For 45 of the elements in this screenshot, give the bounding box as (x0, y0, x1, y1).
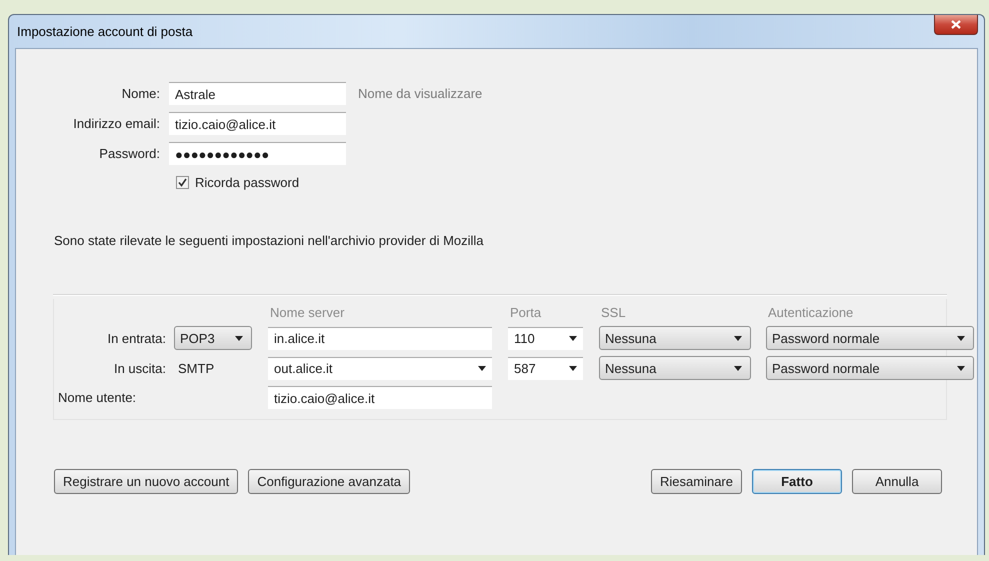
window-title: Impostazione account di posta (17, 24, 193, 39)
port-combo-field[interactable]: 110 (508, 326, 583, 350)
dropdown-arrow-icon (734, 366, 742, 370)
dialog-button[interactable]: Annulla (852, 469, 942, 494)
authentication-dropdown[interactable]: Password normale (766, 356, 974, 380)
row-label: In uscita: (114, 360, 166, 376)
dropdown-arrow-icon (235, 336, 243, 340)
column-header: SSL (600, 305, 627, 320)
detected-settings-text: Sono state rilevate le seguenti impostazioni nell'archivio provider di Mozilla (54, 233, 485, 248)
column-header: Autenticazione (767, 305, 854, 320)
port-combo-field[interactable]: 587 (508, 356, 583, 380)
row-label: Nome utente: (57, 390, 136, 405)
protocol-text: SMTP (177, 360, 216, 376)
field-hint: Nome da visualizzare (357, 86, 482, 101)
authentication-dropdown[interactable]: Password normale (766, 326, 974, 350)
dialog-button[interactable]: Configurazione avanzata (248, 469, 410, 494)
protocol-dropdown[interactable]: POP3 (174, 326, 252, 350)
close-icon (951, 20, 961, 29)
default-button[interactable]: Fatto (752, 469, 842, 494)
checkbox[interactable] (176, 176, 189, 189)
ssl-dropdown[interactable]: Nessuna (599, 326, 751, 350)
server-combo-field[interactable]: out.alice.it (268, 356, 492, 380)
dialog-button[interactable]: Registrare un nuovo account (54, 469, 238, 494)
input-field[interactable]: Astrale (169, 82, 346, 105)
dropdown-arrow-icon (569, 336, 577, 341)
checkbox-label: Ricorda password (195, 175, 300, 190)
dropdown-arrow-icon (734, 336, 742, 340)
server-field[interactable]: in.alice.it (268, 326, 492, 350)
username-field[interactable]: tizio.caio@alice.it (268, 386, 492, 409)
row-label: In entrata: (107, 330, 166, 346)
dropdown-arrow-icon (569, 366, 577, 371)
checkmark-icon (178, 178, 187, 187)
dialog-button[interactable]: Riesaminare (651, 469, 742, 494)
dropdown-arrow-icon (957, 366, 965, 370)
dropdown-arrow-icon (957, 336, 965, 340)
dropdown-arrow-icon (478, 366, 486, 371)
ssl-dropdown[interactable]: Nessuna (599, 356, 751, 380)
field-label: Password: (99, 146, 160, 161)
field-label: Indirizzo email: (73, 116, 160, 131)
input-field[interactable]: tizio.caio@alice.it (169, 112, 346, 135)
input-field[interactable]: ●●●●●●●●●●●● (169, 142, 346, 165)
column-header: Porta (509, 305, 542, 320)
close-button[interactable] (934, 15, 978, 35)
field-label: Nome: (122, 86, 160, 101)
column-header: Nome server (269, 305, 346, 320)
